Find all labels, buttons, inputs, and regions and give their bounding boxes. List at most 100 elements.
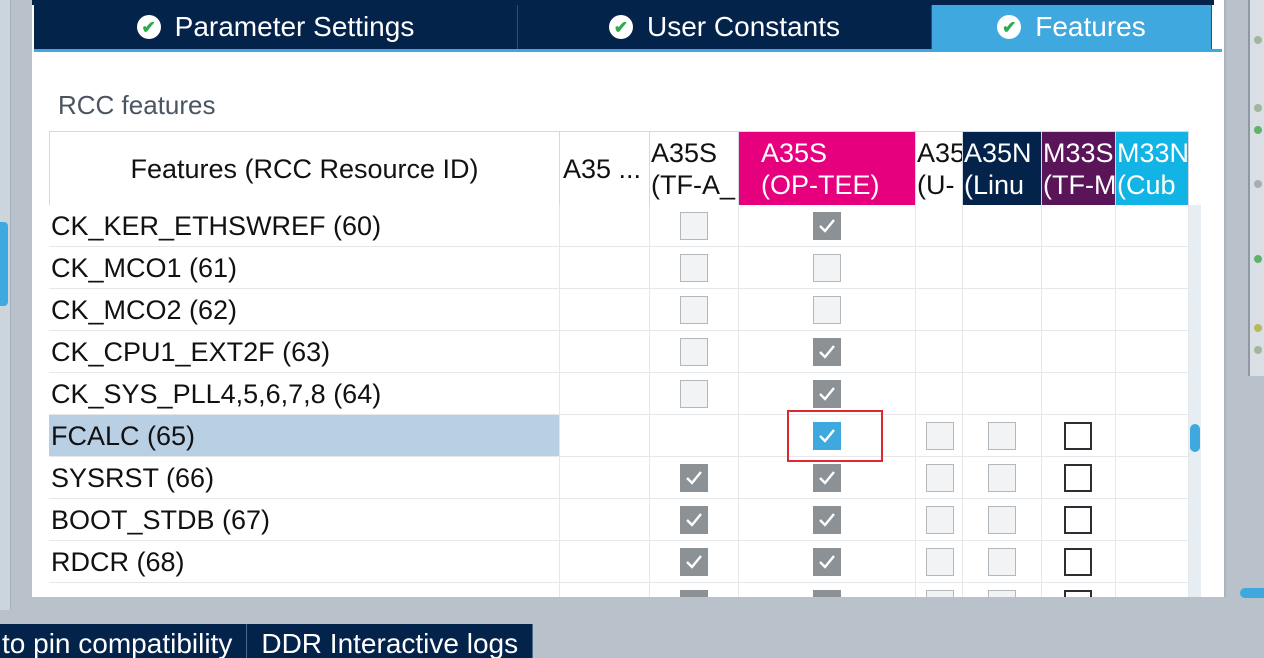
table-cell	[963, 289, 1042, 331]
access-checkbox[interactable]	[813, 506, 841, 534]
column-header-line1: A35S	[651, 138, 718, 168]
access-checkbox[interactable]	[988, 422, 1016, 450]
column-header-2[interactable]: A35S (TF-A_	[650, 131, 739, 205]
configuration-panel: ✔ Parameter Settings ✔ User Constants ✔ …	[32, 0, 1226, 597]
table-cell	[1116, 247, 1189, 289]
column-header-line2: (Cub	[1117, 170, 1176, 200]
table-cell	[1116, 205, 1189, 247]
tab-label: User Constants	[647, 11, 840, 42]
access-checkbox[interactable]	[1064, 590, 1092, 597]
access-checkbox[interactable]	[1064, 548, 1092, 576]
access-checkbox[interactable]	[680, 296, 708, 324]
access-checkbox[interactable]	[926, 548, 954, 576]
table-cell	[916, 247, 963, 289]
feature-name: BOOT_STDB (67)	[49, 499, 560, 541]
access-checkbox[interactable]	[680, 338, 708, 366]
access-checkbox[interactable]	[926, 422, 954, 450]
table-cell	[1116, 415, 1189, 457]
feature-name: CK_MCO1 (61)	[49, 247, 560, 289]
access-checkbox[interactable]	[813, 254, 841, 282]
access-checkbox[interactable]	[1064, 506, 1092, 534]
column-header-4[interactable]: A35 (U-	[916, 131, 963, 205]
access-checkbox[interactable]	[1064, 464, 1092, 492]
column-header-line1: A35 ...	[563, 154, 642, 184]
access-checkbox[interactable]	[988, 464, 1016, 492]
table-cell	[560, 331, 650, 373]
checkmark-icon	[686, 513, 702, 527]
column-header-1[interactable]: A35 ...	[560, 131, 650, 205]
table-cell	[560, 415, 650, 457]
access-checkbox[interactable]	[926, 590, 954, 597]
checkmark-icon	[686, 555, 702, 569]
access-checkbox[interactable]	[813, 590, 841, 597]
access-checkbox[interactable]	[680, 380, 708, 408]
column-header-0[interactable]: Features (RCC Resource ID)	[49, 131, 560, 205]
table-cell	[963, 205, 1042, 247]
access-checkbox[interactable]	[988, 548, 1016, 576]
column-header-line1: A35	[917, 138, 963, 168]
table-cell	[1042, 247, 1116, 289]
right-scrollbar-thumb[interactable]	[1240, 588, 1264, 598]
access-checkbox[interactable]	[813, 296, 841, 324]
check-circle-icon: ✔	[997, 15, 1022, 39]
checkmark-icon	[819, 387, 835, 401]
table-cell	[963, 373, 1042, 415]
access-checkbox[interactable]	[680, 212, 708, 240]
access-checkbox[interactable]	[926, 464, 954, 492]
table-cell	[560, 499, 650, 541]
column-header-5[interactable]: A35N (Linu	[963, 131, 1042, 205]
table-cell	[1042, 373, 1116, 415]
bottom-tab-bar: to pin compatibility DDR Interactive log…	[0, 624, 534, 658]
access-checkbox[interactable]	[680, 254, 708, 282]
access-checkbox[interactable]	[988, 506, 1016, 534]
table-cell	[916, 373, 963, 415]
table-cell	[560, 583, 650, 597]
feature-name: RDCR (68)	[49, 541, 560, 583]
tab-parameter-settings[interactable]: ✔ Parameter Settings	[34, 5, 518, 49]
column-header-line2: (U-	[917, 170, 955, 200]
access-checkbox[interactable]	[680, 548, 708, 576]
table-cell	[916, 205, 963, 247]
left-scrollbar-thumb[interactable]	[0, 222, 8, 306]
feature-name: CK_KER_ETHSWREF (60)	[49, 205, 560, 247]
access-checkbox[interactable]	[680, 590, 708, 597]
check-circle-icon: ✔	[609, 15, 634, 39]
access-checkbox[interactable]	[926, 506, 954, 534]
checkmark-icon	[819, 471, 835, 485]
access-checkbox[interactable]	[1064, 422, 1092, 450]
access-checkbox[interactable]	[813, 548, 841, 576]
table-scrollbar-thumb[interactable]	[1190, 424, 1200, 452]
column-header-line2: (TF-A_	[651, 170, 735, 200]
table-cell	[560, 541, 650, 583]
tab-bar: ✔ Parameter Settings ✔ User Constants ✔ …	[34, 5, 1214, 49]
tab-user-constants[interactable]: ✔ User Constants	[518, 5, 932, 49]
column-header-line1: Features (RCC Resource ID)	[130, 154, 479, 184]
table-cell	[560, 289, 650, 331]
feature-name: CK_MCO2 (62)	[49, 289, 560, 331]
column-header-7[interactable]: M33N (Cub	[1116, 131, 1189, 205]
right-panel-edge	[1248, 0, 1264, 376]
table-cell	[560, 205, 650, 247]
table-cell	[1042, 331, 1116, 373]
checkmark-icon	[817, 594, 837, 597]
table-cell	[1042, 289, 1116, 331]
table-cell	[560, 457, 650, 499]
access-checkbox[interactable]	[988, 590, 1016, 597]
access-checkbox[interactable]	[680, 506, 708, 534]
tab-features[interactable]: ✔ Features	[932, 5, 1212, 49]
tab-ddr-interactive-logs[interactable]: DDR Interactive logs	[247, 624, 534, 658]
column-header-line1: M33N	[1117, 138, 1189, 168]
access-checkbox[interactable]	[680, 464, 708, 492]
column-header-line2: (OP-TEE)	[761, 170, 880, 200]
column-header-line2: (TF-M	[1043, 170, 1116, 200]
table-scrollbar-track[interactable]	[1189, 205, 1201, 597]
tab-pin-compatibility[interactable]: to pin compatibility	[0, 624, 248, 658]
access-checkbox[interactable]	[813, 464, 841, 492]
column-header-6[interactable]: M33S (TF-M	[1042, 131, 1116, 205]
access-checkbox[interactable]	[813, 338, 841, 366]
table-cell	[1116, 331, 1189, 373]
access-checkbox[interactable]	[813, 380, 841, 408]
feature-name: SYSRST (66)	[49, 457, 560, 499]
column-header-3[interactable]: A35S (OP-TEE)	[739, 131, 916, 205]
access-checkbox[interactable]	[813, 212, 841, 240]
